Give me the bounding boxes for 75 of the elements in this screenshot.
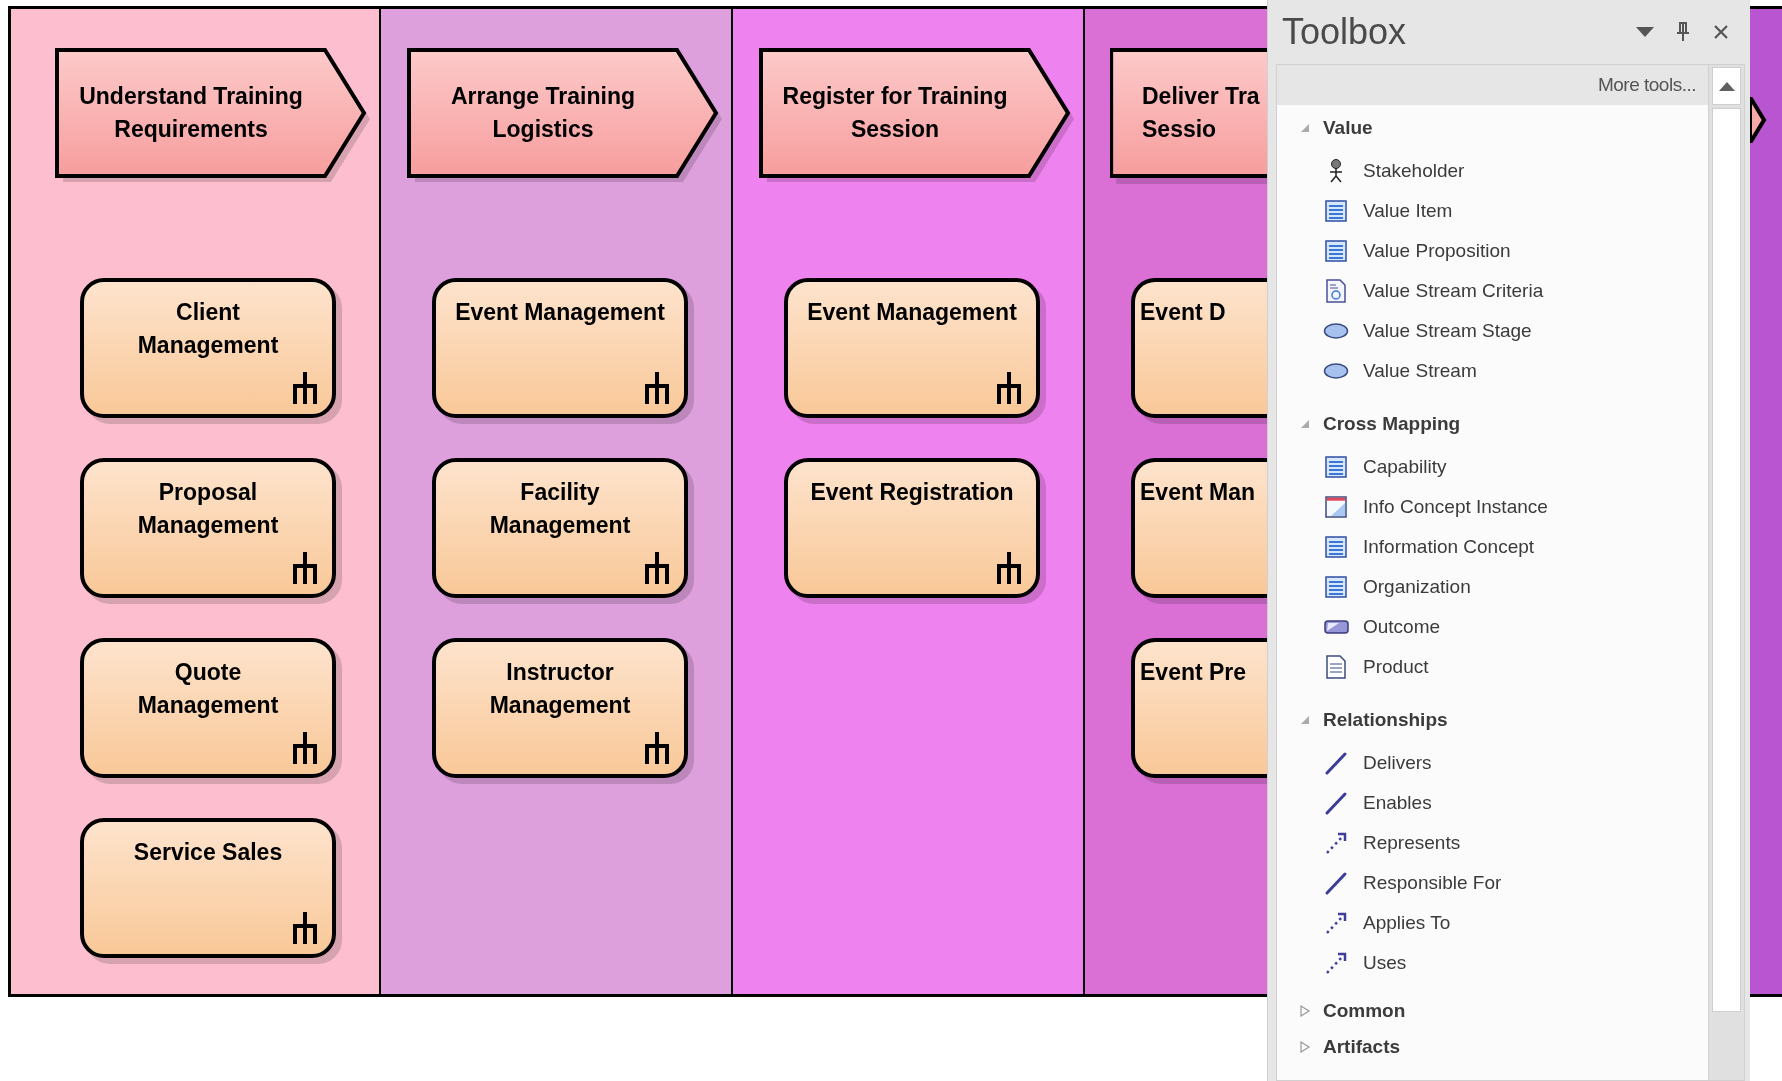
close-icon — [1713, 24, 1729, 40]
window-icon — [1323, 494, 1349, 520]
stage-label: Register for Training Session — [781, 82, 1009, 144]
toolbox-item[interactable]: Value Proposition — [1277, 231, 1708, 271]
group-header[interactable]: Relationships — [1323, 705, 1448, 735]
toolbox-item[interactable]: Info Concept Instance — [1277, 487, 1708, 527]
toolbox-item[interactable]: Value Stream Stage — [1277, 311, 1708, 351]
capability-label: Quote Management — [136, 658, 280, 720]
toolbox-item[interactable]: Outcome — [1277, 607, 1708, 647]
dotted-arrow-icon — [1323, 910, 1349, 936]
collapsed-arrow-icon[interactable] — [1299, 1005, 1311, 1017]
toolbox-item[interactable]: Value Item — [1277, 191, 1708, 231]
fork-icon — [996, 550, 1022, 586]
capability-label: Event D — [1139, 298, 1227, 327]
fork-icon — [644, 730, 670, 766]
capability-label: Event Management — [454, 298, 666, 327]
stage-label: Deliver Tra Sessio — [1141, 82, 1260, 144]
up-arrow-icon — [1718, 81, 1735, 91]
fork-icon — [292, 910, 318, 946]
capability-label: Event Pre — [1139, 658, 1248, 687]
scrollbar-thumb[interactable] — [1712, 108, 1741, 1012]
capability-label: Event Man — [1139, 478, 1257, 507]
fork-icon — [292, 550, 318, 586]
toolbox-item[interactable]: Represents — [1277, 823, 1708, 863]
toolbox-item[interactable]: Uses — [1277, 943, 1708, 983]
group-header[interactable]: Cross Mapping — [1323, 409, 1461, 439]
toolbox-item[interactable]: Delivers — [1277, 743, 1708, 783]
stage-label: Arrange Training Logistics — [449, 82, 636, 144]
toolbox-item[interactable]: Applies To — [1277, 903, 1708, 943]
list-icon — [1323, 238, 1349, 264]
group-header[interactable]: Common — [1323, 996, 1406, 1026]
toolbox-item[interactable]: Capability — [1277, 447, 1708, 487]
group-header[interactable]: Value — [1323, 113, 1373, 143]
toolbox-item[interactable]: Stakeholder — [1277, 151, 1708, 191]
list-icon — [1323, 198, 1349, 224]
capability-label: Facility Management — [488, 478, 632, 540]
capability-label: Event Registration — [809, 478, 1015, 507]
line-icon — [1323, 790, 1349, 816]
collapsed-arrow-icon[interactable] — [1299, 1041, 1311, 1053]
line-icon — [1323, 750, 1349, 776]
expanded-arrow-icon[interactable] — [1299, 122, 1311, 134]
toolbox-item[interactable]: Product — [1277, 647, 1708, 687]
expanded-arrow-icon[interactable] — [1299, 714, 1311, 726]
expanded-arrow-icon[interactable] — [1299, 418, 1311, 430]
fork-icon — [996, 370, 1022, 406]
capability-label: Proposal Management — [136, 478, 280, 540]
toolbox-item[interactable]: Information Concept — [1277, 527, 1708, 567]
toolbox-item[interactable]: Responsible For — [1277, 863, 1708, 903]
toolbox-item[interactable]: Value Stream Criteria — [1277, 271, 1708, 311]
group-header[interactable]: Artifacts — [1323, 1032, 1401, 1062]
capability-label: Event Management — [806, 298, 1018, 327]
fork-icon — [292, 730, 318, 766]
caret-down-icon — [1636, 27, 1654, 37]
document-icon — [1323, 654, 1349, 680]
document-icon — [1323, 278, 1349, 304]
pin-icon — [1676, 22, 1690, 42]
dotted-arrow-icon — [1323, 830, 1349, 856]
fork-icon — [644, 370, 670, 406]
more-tools-button[interactable]: More tools... — [1597, 70, 1696, 100]
toolbox-item[interactable]: Organization — [1277, 567, 1708, 607]
toolbox-item[interactable]: Enables — [1277, 783, 1708, 823]
scroll-up-button[interactable] — [1712, 67, 1741, 105]
capability-label: Instructor Management — [488, 658, 632, 720]
list-icon — [1323, 454, 1349, 480]
fork-icon — [292, 370, 318, 406]
list-icon — [1323, 574, 1349, 600]
panel-title: Toolbox — [1282, 10, 1408, 54]
fork-icon — [644, 550, 670, 586]
capability-label: Client Management — [136, 298, 280, 360]
list-icon — [1323, 534, 1349, 560]
toolbox-item[interactable]: Value Stream — [1277, 351, 1708, 391]
line-icon — [1323, 870, 1349, 896]
dotted-arrow-icon — [1323, 950, 1349, 976]
stage-label: Understand Training Requirements — [78, 82, 304, 144]
capability-label: Service Sales — [132, 838, 284, 867]
